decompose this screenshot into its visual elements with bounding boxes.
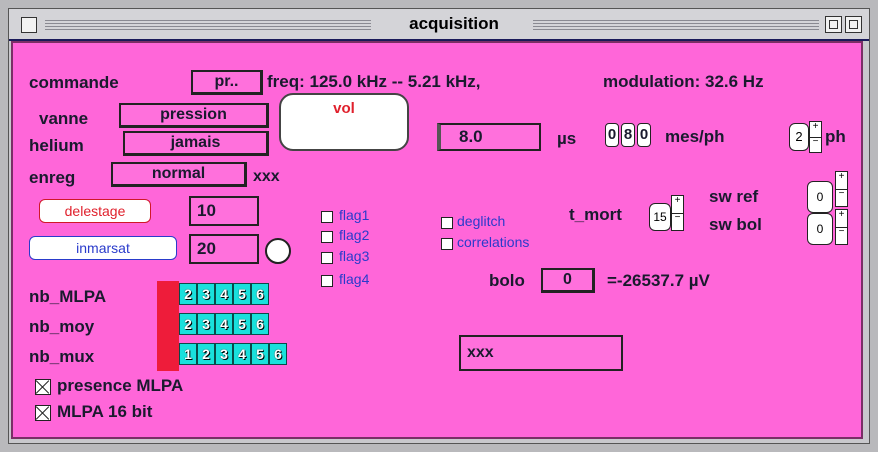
nb-mux-option-6[interactable]: 6 xyxy=(269,343,287,365)
mlpa-16bit-checkbox[interactable] xyxy=(35,405,51,421)
nb-moy-label: nb_moy xyxy=(29,317,95,336)
mesph-label: mes/ph xyxy=(665,127,725,146)
flag3-checkbox[interactable] xyxy=(321,252,333,264)
deglitch-label: deglitch xyxy=(457,213,506,229)
flag4-checkbox[interactable] xyxy=(321,275,333,287)
title-stripes-left xyxy=(45,18,371,31)
flag3-label: flag3 xyxy=(339,248,370,264)
ph-value[interactable]: 2 xyxy=(789,123,809,151)
t-mort-stepper[interactable]: + − xyxy=(671,195,684,231)
nb-moy-option-2[interactable]: 2 xyxy=(179,313,197,335)
ph-label: ph xyxy=(825,127,846,146)
nb-mlpa-marker xyxy=(157,281,179,311)
inmarsat-button[interactable]: inmarsat xyxy=(29,236,177,260)
t-mort-value[interactable]: 15 xyxy=(649,203,671,231)
nb-mlpa-option-3[interactable]: 3 xyxy=(197,283,215,305)
mesph-digits[interactable]: 0 8 0 xyxy=(605,123,657,149)
bottom-text-field[interactable]: xxx xyxy=(459,335,623,371)
vanne-popup[interactable]: pression xyxy=(119,103,269,128)
nb-mux-selector[interactable]: 1 2 3 4 5 6 xyxy=(179,343,299,365)
close-box[interactable] xyxy=(21,17,37,33)
nb-moy-option-5[interactable]: 5 xyxy=(233,313,251,335)
timing-field[interactable]: 8.0 xyxy=(437,123,541,151)
nb-moy-marker xyxy=(157,311,179,341)
vol-button[interactable]: vol xyxy=(279,93,409,151)
deglitch-checkbox[interactable] xyxy=(441,217,453,229)
nb-mux-option-5[interactable]: 5 xyxy=(251,343,269,365)
mesph-digit-1[interactable]: 0 xyxy=(605,123,619,147)
delestage-value[interactable]: 10 xyxy=(189,196,259,226)
flag2-label: flag2 xyxy=(339,227,370,243)
timing-unit: µs xyxy=(557,129,577,148)
correlations-checkbox[interactable] xyxy=(441,238,453,250)
sw-ref-stepper[interactable]: + − xyxy=(835,171,848,207)
mesph-digit-2[interactable]: 8 xyxy=(621,123,635,147)
sw-bol-value[interactable]: 0 xyxy=(807,213,833,245)
flag4-label: flag4 xyxy=(339,271,370,287)
ph-down-icon[interactable]: − xyxy=(810,137,821,152)
collapse-box[interactable] xyxy=(845,16,862,33)
presence-mlpa-checkbox[interactable] xyxy=(35,379,51,395)
t-mort-down-icon[interactable]: − xyxy=(672,213,683,230)
nb-moy-option-6[interactable]: 6 xyxy=(251,313,269,335)
sw-bol-down-icon[interactable]: − xyxy=(836,227,847,244)
nb-mlpa-option-6[interactable]: 6 xyxy=(251,283,269,305)
vanne-label: vanne xyxy=(39,109,89,128)
nb-mux-option-4[interactable]: 4 xyxy=(233,343,251,365)
nb-mux-label: nb_mux xyxy=(29,347,95,366)
acquisition-panel: commande pr.. freq: 125.0 kHz -- 5.21 kH… xyxy=(11,41,863,439)
freq-readout: freq: 125.0 kHz -- 5.21 kHz, xyxy=(267,72,481,91)
window-title: acquisition xyxy=(379,13,529,35)
helium-label: helium xyxy=(29,136,84,155)
bolo-popup[interactable]: 0 xyxy=(541,268,595,293)
acquisition-window: acquisition commande pr.. freq: 125.0 kH… xyxy=(8,8,870,444)
status-indicator-circle[interactable] xyxy=(265,238,291,264)
presence-mlpa-label: presence MLPA xyxy=(57,376,184,395)
title-bar[interactable]: acquisition xyxy=(9,9,869,41)
title-stripes-right xyxy=(533,18,819,31)
mesph-digit-3[interactable]: 0 xyxy=(637,123,651,147)
t-mort-label: t_mort xyxy=(569,205,622,224)
sw-bol-stepper[interactable]: + − xyxy=(835,209,848,245)
helium-popup[interactable]: jamais xyxy=(123,131,269,156)
nb-moy-selector[interactable]: 2 3 4 5 6 xyxy=(179,313,279,335)
commande-popup[interactable]: pr.. xyxy=(191,70,263,95)
modulation-readout: modulation: 32.6 Hz xyxy=(603,72,764,91)
enreg-popup[interactable]: normal xyxy=(111,162,247,187)
delestage-button[interactable]: delestage xyxy=(39,199,151,223)
enreg-label: enreg xyxy=(29,168,76,187)
sw-ref-value[interactable]: 0 xyxy=(807,181,833,213)
sw-ref-down-icon[interactable]: − xyxy=(836,189,847,206)
ph-stepper[interactable]: + − xyxy=(809,121,822,153)
mlpa-16bit-label: MLPA 16 bit xyxy=(57,402,153,421)
nb-moy-option-3[interactable]: 3 xyxy=(197,313,215,335)
inmarsat-value[interactable]: 20 xyxy=(189,234,259,264)
flag2-checkbox[interactable] xyxy=(321,231,333,243)
bolo-label: bolo xyxy=(489,271,525,290)
nb-mux-option-2[interactable]: 2 xyxy=(197,343,215,365)
nb-mlpa-selector[interactable]: 2 3 4 5 6 xyxy=(179,283,279,305)
bolo-reading: =-26537.7 µV xyxy=(607,271,710,290)
nb-mux-option-3[interactable]: 3 xyxy=(215,343,233,365)
nb-moy-option-4[interactable]: 4 xyxy=(215,313,233,335)
correlations-label: correlations xyxy=(457,234,530,250)
commande-label: commande xyxy=(29,73,119,92)
nb-mux-marker xyxy=(157,341,179,371)
flag1-label: flag1 xyxy=(339,207,370,223)
enreg-extra: xxx xyxy=(253,168,280,185)
flag1-checkbox[interactable] xyxy=(321,211,333,223)
nb-mlpa-label: nb_MLPA xyxy=(29,287,107,306)
nb-mux-option-1[interactable]: 1 xyxy=(179,343,197,365)
nb-mlpa-option-2[interactable]: 2 xyxy=(179,283,197,305)
sw-bol-label: sw bol xyxy=(709,215,762,234)
nb-mlpa-option-5[interactable]: 5 xyxy=(233,283,251,305)
nb-mlpa-option-4[interactable]: 4 xyxy=(215,283,233,305)
sw-ref-label: sw ref xyxy=(709,187,759,206)
zoom-box[interactable] xyxy=(825,16,842,33)
